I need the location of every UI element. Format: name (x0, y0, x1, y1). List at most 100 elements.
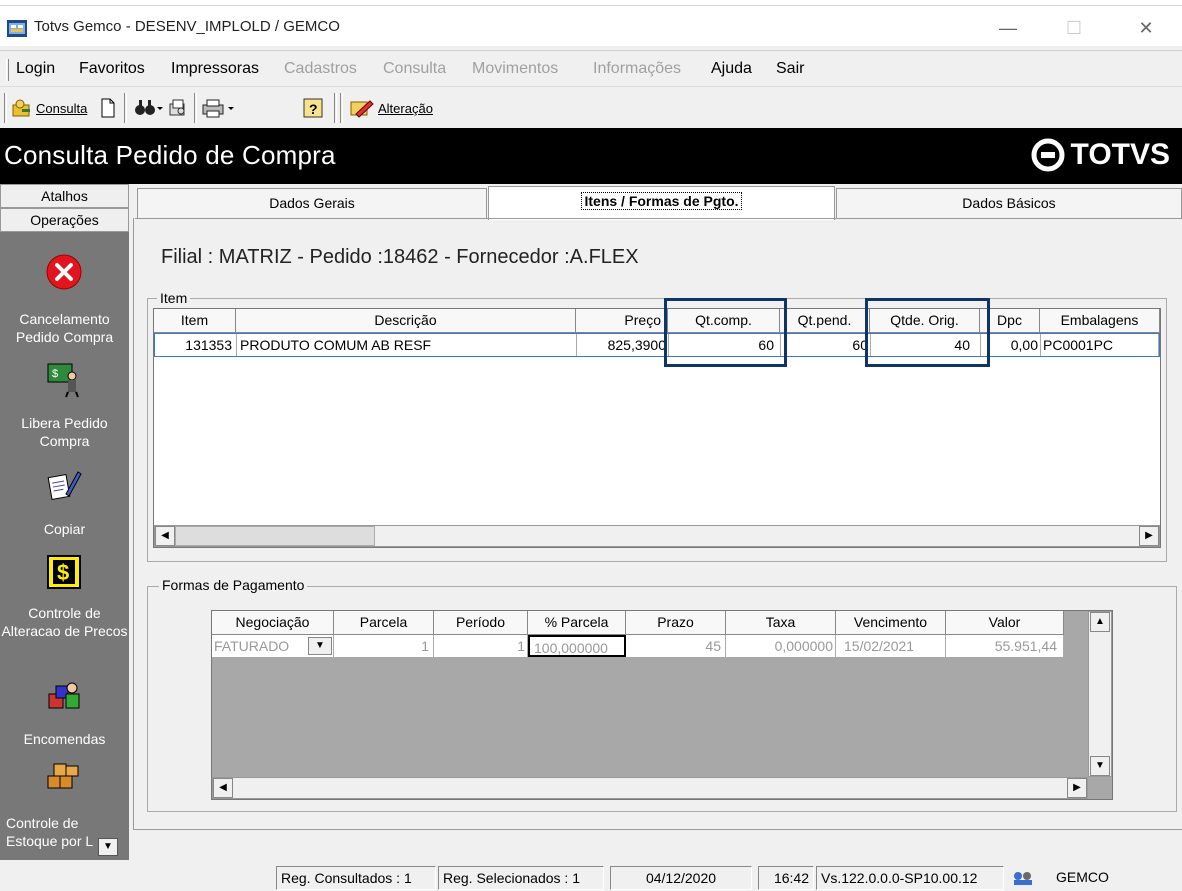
col-parcela[interactable]: Parcela (334, 611, 434, 635)
pagamento-legend: Formas de Pagamento (159, 577, 308, 593)
cancel-icon[interactable] (46, 254, 82, 290)
sidebar-item-encomendas[interactable]: Encomendas (0, 730, 129, 748)
new-document-button[interactable] (100, 95, 116, 121)
menu-movimentos[interactable]: Movimentos (472, 60, 558, 78)
scroll-down-button[interactable]: ▼ (1090, 756, 1110, 776)
alteracao-label: Alteração (378, 100, 433, 116)
svg-text:$: $ (57, 560, 69, 585)
sidebar-item-estoque-label: Controle de Estoque por L (6, 815, 94, 849)
close-button[interactable]: ✕ (1126, 16, 1166, 42)
col-vencimento[interactable]: Vencimento (836, 611, 946, 635)
tab-operacoes[interactable]: Operações (0, 208, 129, 232)
pagamento-grid: Negociação Parcela Período % Parcela Pra… (211, 610, 1113, 800)
tab-atalhos[interactable]: Atalhos (0, 184, 129, 208)
col-prazo[interactable]: Prazo (626, 611, 726, 635)
totvs-logo-icon (1031, 138, 1065, 172)
logo-text: TOTVS (1070, 138, 1170, 171)
col-descricao[interactable]: Descrição (236, 309, 576, 333)
maximize-button[interactable]: ☐ (1054, 16, 1094, 42)
sidebar-item-libera[interactable]: Libera Pedido Compra (0, 414, 129, 450)
cell-item: 131353 (155, 334, 237, 356)
col-embalagens[interactable]: Embalagens (1040, 309, 1160, 333)
chevron-down-icon[interactable]: ▼ (308, 637, 332, 655)
menu-cadastros[interactable]: Cadastros (284, 60, 357, 78)
cell-pct-parcela[interactable]: 100,000000 (528, 635, 626, 657)
table-row[interactable]: 131353 PRODUTO COMUM AB RESF 825,3900 60… (154, 333, 1160, 357)
menu-impressoras[interactable]: Impressoras (171, 60, 259, 78)
pagamento-vscrollbar[interactable]: ▲ ▼ (1088, 611, 1112, 777)
menu-bar: Login Favoritos Impressoras Cadastros Co… (0, 50, 1182, 86)
col-negociacao[interactable]: Negociação (212, 611, 334, 635)
cell-descricao: PRODUTO COMUM AB RESF (237, 334, 577, 356)
scroll-right-button-2[interactable]: ▶ (1067, 778, 1087, 798)
search-button[interactable] (134, 95, 164, 121)
svg-text:$: $ (52, 368, 58, 380)
consulta-icon (12, 99, 30, 117)
sidebar: Atalhos Operações Cancelamento Pedido Co… (0, 184, 129, 860)
tab-itens-label: Itens / Formas de Pgto. (581, 192, 742, 210)
table-row[interactable]: FATURADO ▼ 1 1 100,000000 45 0,000000 15/… (212, 635, 1064, 657)
status-consultados: Reg. Consultados : 1 (276, 866, 436, 890)
negociacao-select[interactable]: FATURADO ▼ (212, 635, 334, 657)
scroll-thumb[interactable] (175, 526, 375, 546)
stock-icon[interactable] (46, 758, 82, 794)
print-button[interactable] (202, 95, 236, 121)
user-icon (1014, 872, 1032, 885)
item-grid: Item Descrição Preço Qt.comp. Qt.pend. Q… (153, 308, 1161, 548)
status-date: 04/12/2020 (610, 866, 752, 890)
cell-taxa: 0,000000 (726, 635, 836, 657)
menu-consulta[interactable]: Consulta (383, 60, 446, 78)
pedido-info: Filial : MATRIZ - Pedido :18462 - Fornec… (161, 246, 639, 268)
status-user: GEMCO (1056, 869, 1109, 885)
col-item[interactable]: Item (154, 309, 236, 333)
orders-icon[interactable] (46, 680, 82, 716)
menu-sair[interactable]: Sair (776, 60, 804, 78)
status-version: Vs.122.0.0.0-SP10.00.12 (816, 866, 1004, 890)
release-icon[interactable]: $ (46, 362, 82, 398)
sidebar-item-controle-precos[interactable]: Controle de Alteracao de Precos (0, 604, 129, 640)
consulta-button[interactable]: Consulta (12, 95, 87, 121)
toolbar-separator-2 (194, 93, 197, 123)
menu-favoritos[interactable]: Favoritos (79, 60, 145, 78)
tab-dados-gerais[interactable]: Dados Gerais (137, 188, 487, 218)
col-periodo[interactable]: Período (434, 611, 528, 635)
col-taxa[interactable]: Taxa (726, 611, 836, 635)
sidebar-item-cancelamento[interactable]: Cancelamento Pedido Compra (0, 310, 129, 346)
cell-vencimento: 15/02/2021 (836, 635, 946, 657)
scroll-left-button-2[interactable]: ◀ (213, 778, 233, 798)
scroll-right-button[interactable]: ▶ (1139, 526, 1159, 546)
cell-dpc: 0,00 (981, 334, 1041, 356)
sidebar-item-copiar[interactable]: Copiar (0, 520, 129, 538)
page-header: Consulta Pedido de Compra TOTVS (0, 128, 1182, 184)
edit-icon (350, 100, 374, 118)
col-preco[interactable]: Preço (576, 309, 668, 333)
tab-itens-formas-pgto[interactable]: Itens / Formas de Pgto. (488, 186, 835, 220)
copy-icon[interactable] (46, 468, 82, 504)
menu-ajuda[interactable]: Ajuda (711, 60, 752, 78)
totvs-logo: TOTVS (1031, 138, 1170, 172)
toolbar-separator-3 (334, 93, 337, 123)
item-hscrollbar[interactable]: ◀ ▶ (154, 525, 1160, 547)
cell-preco: 825,3900 (577, 334, 669, 356)
tab-dados-basicos[interactable]: Dados Básicos (836, 188, 1182, 218)
col-pct-parcela[interactable]: % Parcela (528, 611, 626, 635)
binoculars-icon (135, 100, 163, 115)
col-valor[interactable]: Valor (946, 611, 1064, 635)
minimize-button[interactable]: — (988, 16, 1028, 42)
scroll-left-button[interactable]: ◀ (155, 526, 175, 546)
toolbar: Consulta ? Alteração (0, 86, 1182, 128)
help-button[interactable]: ? (302, 95, 324, 121)
preview-button[interactable] (168, 95, 188, 121)
price-control-icon[interactable]: $ (46, 554, 82, 590)
scroll-up-button[interactable]: ▲ (1090, 612, 1110, 632)
menu-login[interactable]: Login (16, 60, 55, 78)
col-qt-pend[interactable]: Qt.pend. (780, 309, 870, 333)
cell-qt-pend: 60 (781, 334, 871, 356)
consulta-label: Consulta (36, 100, 88, 116)
status-selecionados: Reg. Selecionados : 1 (438, 866, 604, 890)
sidebar-scroll-down-button[interactable]: ▼ (98, 838, 118, 856)
cell-valor: 55.951,44 (946, 635, 1064, 657)
pagamento-hscrollbar[interactable]: ◀ ▶ (212, 777, 1088, 799)
alteracao-button[interactable]: Alteração (350, 95, 433, 121)
menu-informacoes[interactable]: Informações (593, 60, 681, 78)
